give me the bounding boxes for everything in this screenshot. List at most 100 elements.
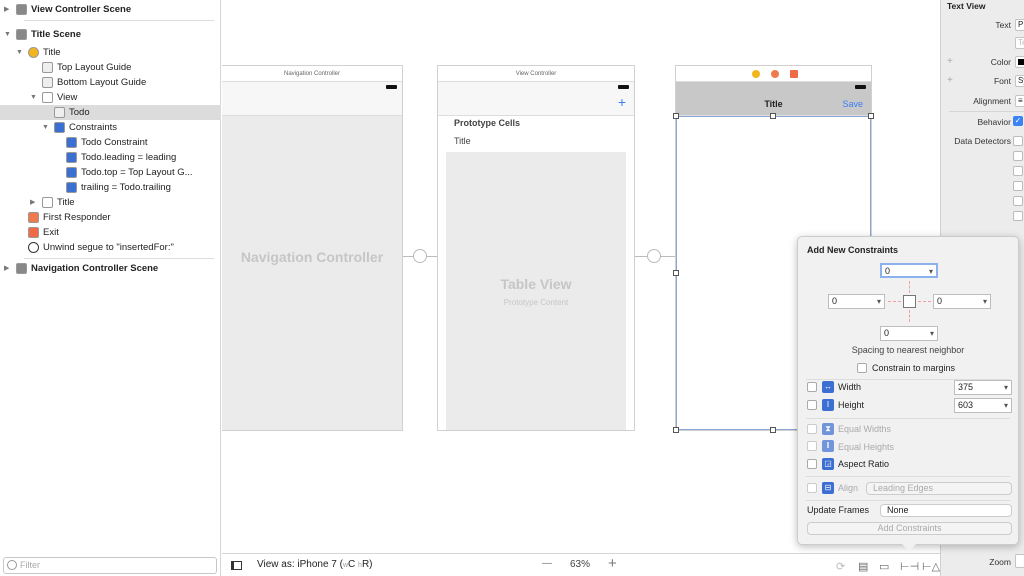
text-type-popup[interactable]: P [1015,19,1024,31]
scene-placeholder-label: Navigation Controller [240,249,384,265]
outline-item[interactable]: Exit [0,225,221,240]
disclosure-expanded-icon[interactable]: ▼ [4,27,11,42]
add-constraints-popover: Add New Constraints 0 0 0 0 Spacing to n… [797,236,1019,545]
resolve-issues-icon[interactable]: ⊢△ [922,560,940,573]
relationship-segue-icon[interactable] [413,249,427,263]
disclosure-expanded-icon[interactable]: ▼ [16,45,23,60]
outline-item[interactable]: ▶ Title [0,195,221,210]
outline-item[interactable]: Bottom Layout Guide [0,75,221,90]
outline-item[interactable]: ▼ Constraints [0,120,221,135]
disclosure-collapsed-icon[interactable]: ▶ [4,2,9,17]
outline-item[interactable]: Todo.leading = leading [0,150,221,165]
aspect-ratio-checkbox[interactable] [807,459,817,469]
outline-item[interactable]: Todo.top = Top Layout G... [0,165,221,180]
checkbox[interactable] [1013,181,1023,191]
prototype-cells-label: Prototype Cells [454,118,521,128]
resize-handle[interactable] [673,113,679,119]
outline-item[interactable]: Todo [0,105,221,120]
outline-item[interactable]: ▼ View [0,90,221,105]
popover-title: Add New Constraints [807,245,899,255]
first-responder-icon[interactable] [771,70,779,78]
scene-dock [676,66,871,82]
view-controller-icon[interactable] [752,70,760,78]
layout-guide-icon [42,77,53,88]
outline-item[interactable]: trailing = Todo.trailing [0,180,221,195]
outline-item-label: Constraints [69,122,118,133]
behavior-label: Behavior [977,117,1011,127]
view-controller-scene[interactable]: View Controller + Prototype Cells Title … [437,65,635,431]
outline-item[interactable]: ▶ Navigation Controller Scene [0,261,221,276]
navigation-bar: + [438,82,634,116]
disclosure-collapsed-icon[interactable]: ▶ [4,261,9,276]
behavior-editable-checkbox[interactable]: ✓ [1013,116,1023,126]
left-spacing-field[interactable]: 0 [828,294,885,309]
show-segue-icon[interactable] [647,249,661,263]
stack-icon[interactable]: ▤ [858,560,868,573]
align-icon: ⊟ [822,482,834,494]
add-icon[interactable]: + [618,94,626,110]
align-icon[interactable]: ▭ [879,560,889,573]
outline-item[interactable]: Unwind segue to "insertedFor:" [0,240,221,255]
checkbox[interactable] [1013,211,1023,221]
alignment-control[interactable]: ≡ [1015,95,1024,107]
equal-heights-checkbox [807,441,817,451]
filter-input[interactable]: Filter [3,557,217,574]
width-field[interactable]: 375 [954,380,1012,395]
outline-item-label: Unwind segue to "insertedFor:" [43,242,174,253]
disclosure-expanded-icon[interactable]: ▼ [42,120,49,135]
resize-handle[interactable] [868,113,874,119]
toggle-outline-icon[interactable] [231,561,242,570]
update-frames-icon[interactable]: ⟳ [836,560,845,573]
height-checkbox[interactable] [807,400,817,410]
scene-icon [16,4,27,15]
width-checkbox[interactable] [807,382,817,392]
equal-heights-label: Equal Heights [838,442,895,452]
spacing-diagram [903,295,916,308]
checkbox[interactable] [1013,166,1023,176]
constraint-icon [66,182,77,193]
save-button[interactable]: Save [842,99,863,109]
zoom-field[interactable] [1015,554,1024,568]
right-spacing-field[interactable]: 0 [933,294,991,309]
navigation-bar: Title Save [676,82,871,116]
zoom-in-button[interactable]: + [608,555,617,572]
zoom-out-button[interactable]: — [542,558,552,569]
height-field[interactable]: 603 [954,398,1012,413]
resize-handle[interactable] [770,113,776,119]
add-constraints-icon[interactable]: ⊢⊣ [900,560,919,573]
text-field[interactable]: Te [1015,37,1024,49]
disclosure-expanded-icon[interactable]: ▼ [30,90,37,105]
checkbox[interactable] [1013,196,1023,206]
top-spacing-field[interactable]: 0 [880,263,938,278]
resize-handle[interactable] [770,427,776,433]
outline-item[interactable]: First Responder [0,210,221,225]
outline-item[interactable]: ▼ Title Scene [0,27,221,42]
scene-icon [16,29,27,40]
text-view-icon [54,107,65,118]
outline-item[interactable]: ▼ Title [0,45,221,60]
battery-icon [618,85,629,89]
table-view[interactable]: Table View Prototype Content [446,152,626,430]
constrain-to-margins-label: Constrain to margins [872,363,956,373]
navigation-controller-scene[interactable]: Navigation Controller Navigation Control… [222,65,403,431]
bottom-spacing-field[interactable]: 0 [880,326,938,341]
exit-icon[interactable] [790,70,798,78]
view-as-device-button[interactable]: View as: iPhone 7 (wC hR) [257,559,373,570]
disclosure-collapsed-icon[interactable]: ▶ [30,195,35,210]
outline-item[interactable]: Todo Constraint [0,135,221,150]
aspect-ratio-icon: ◲ [822,458,834,470]
checkbox[interactable] [1013,136,1023,146]
outline-item-label: Todo Constraint [81,137,148,148]
resize-handle[interactable] [673,427,679,433]
aspect-ratio-label: Aspect Ratio [838,459,890,469]
constrain-to-margins-checkbox[interactable] [857,363,867,373]
font-label: Font [993,76,1011,86]
resize-handle[interactable] [673,270,679,276]
font-field[interactable]: Sy [1015,75,1024,87]
update-frames-popup[interactable]: None [880,504,1012,517]
checkbox[interactable] [1013,151,1023,161]
height-constraint-icon: I [822,399,834,411]
outline-item[interactable]: ▶ View Controller Scene [0,2,221,17]
color-well[interactable] [1015,56,1024,68]
outline-item[interactable]: Top Layout Guide [0,60,221,75]
